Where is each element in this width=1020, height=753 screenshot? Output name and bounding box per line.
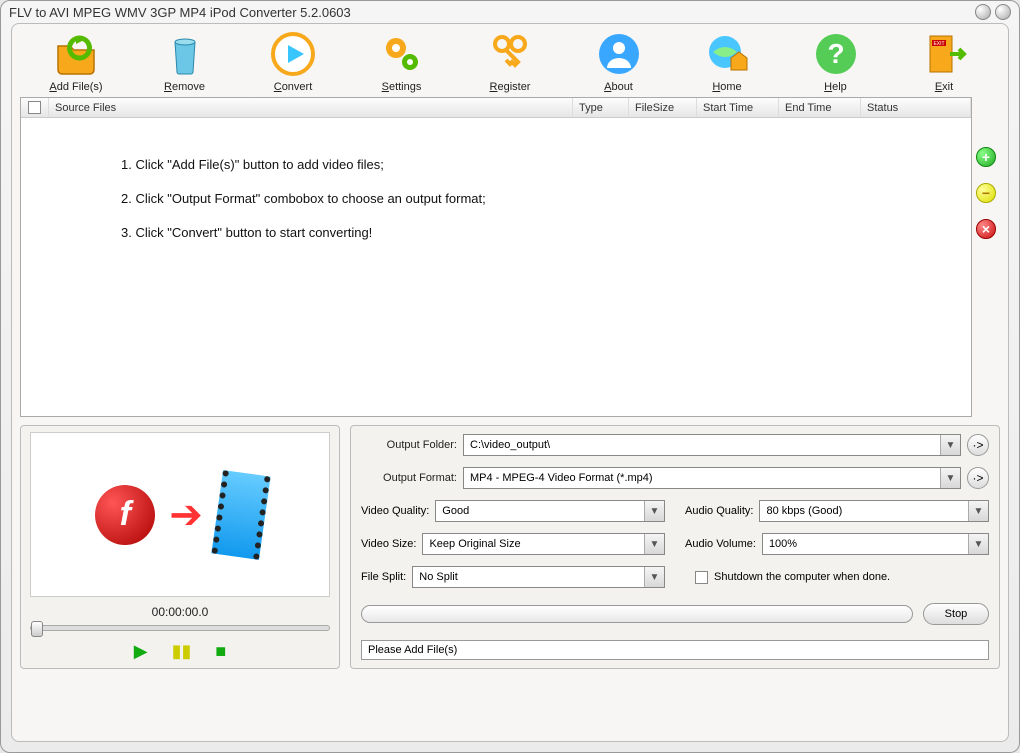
svg-text:EXIT: EXIT <box>933 41 944 47</box>
shutdown-label: Shutdown the computer when done. <box>714 571 890 583</box>
chevron-down-icon[interactable]: ▼ <box>968 534 988 554</box>
window-controls <box>975 4 1011 20</box>
shutdown-checkbox-row[interactable]: Shutdown the computer when done. <box>695 571 890 584</box>
trash-icon <box>161 30 209 78</box>
register-button[interactable]: Register <box>460 30 560 93</box>
audio-volume-combo[interactable]: 100%▼ <box>762 533 989 555</box>
file-split-combo[interactable]: No Split▼ <box>412 566 665 588</box>
instruction-1: 1. Click "Add File(s)" button to add vid… <box>121 148 971 182</box>
column-source[interactable]: Source Files <box>49 98 573 117</box>
remove-label: Remove <box>164 81 205 93</box>
help-button[interactable]: ? Help <box>786 30 886 93</box>
flash-icon: f <box>95 485 155 545</box>
add-files-label: Add File(s) <box>49 81 102 93</box>
chevron-down-icon[interactable]: ▼ <box>644 501 664 521</box>
stop-button[interactable]: Stop <box>923 603 989 625</box>
instruction-2: 2. Click "Output Format" combobox to cho… <box>121 182 971 216</box>
column-checkbox[interactable] <box>21 98 49 117</box>
file-split-label: File Split: <box>361 571 406 583</box>
gears-icon <box>378 30 426 78</box>
chevron-down-icon[interactable]: ▼ <box>644 534 664 554</box>
user-circle-icon <box>595 30 643 78</box>
pause-button[interactable]: ▮▮ <box>172 641 192 662</box>
column-status[interactable]: Status <box>861 98 971 117</box>
select-all-checkbox[interactable] <box>28 101 41 114</box>
home-button[interactable]: Home <box>677 30 777 93</box>
about-button[interactable]: About <box>569 30 669 93</box>
settings-pane: Output Folder: C:\video_output\▼ ·> Outp… <box>350 425 1000 669</box>
add-files-button[interactable]: Add File(s) <box>26 30 126 93</box>
shutdown-checkbox[interactable] <box>695 571 708 584</box>
playback-controls: ▶ ▮▮ ■ <box>134 641 227 662</box>
folder-add-icon <box>52 30 100 78</box>
instruction-3: 3. Click "Convert" button to start conve… <box>121 216 971 250</box>
audio-quality-combo[interactable]: 80 kbps (Good)▼ <box>759 500 989 522</box>
register-label: Register <box>490 81 531 93</box>
content-frame: Add File(s) Remove Convert Settings <box>11 23 1009 742</box>
video-quality-label: Video Quality: <box>361 505 429 517</box>
main-toolbar: Add File(s) Remove Convert Settings <box>20 30 1000 97</box>
bottom-panel: f ➔ 00:00:00.0 ▶ ▮▮ ■ Output Folder: C:\… <box>20 425 1000 669</box>
output-format-options-button[interactable]: ·> <box>967 467 989 489</box>
chevron-down-icon[interactable]: ▼ <box>940 468 960 488</box>
list-body: 1. Click "Add File(s)" button to add vid… <box>21 118 971 250</box>
list-remove-button[interactable]: − <box>976 183 996 203</box>
exit-label: Exit <box>935 81 953 93</box>
column-start-time[interactable]: Start Time <box>697 98 779 117</box>
convert-button[interactable]: Convert <box>243 30 343 93</box>
chevron-down-icon[interactable]: ▼ <box>940 435 960 455</box>
exit-button[interactable]: EXIT Exit <box>894 30 994 93</box>
door-exit-icon: EXIT <box>920 30 968 78</box>
list-side-buttons: + − × <box>972 97 1000 417</box>
close-button[interactable] <box>995 4 1011 20</box>
file-list-area: Source Files Type FileSize Start Time En… <box>20 97 1000 417</box>
titlebar: FLV to AVI MPEG WMV 3GP MP4 iPod Convert… <box>1 1 1019 23</box>
audio-quality-label: Audio Quality: <box>685 505 753 517</box>
globe-home-icon <box>703 30 751 78</box>
stop-playback-button[interactable]: ■ <box>215 641 226 662</box>
minimize-button[interactable] <box>975 4 991 20</box>
column-type[interactable]: Type <box>573 98 629 117</box>
video-size-combo[interactable]: Keep Original Size▼ <box>422 533 665 555</box>
about-label: About <box>604 81 633 93</box>
video-size-label: Video Size: <box>361 538 416 550</box>
preview-image: f ➔ <box>30 432 330 597</box>
status-bar: Please Add File(s) <box>361 640 989 660</box>
file-list[interactable]: Source Files Type FileSize Start Time En… <box>20 97 972 417</box>
settings-label: Settings <box>382 81 422 93</box>
column-filesize[interactable]: FileSize <box>629 98 697 117</box>
app-window: FLV to AVI MPEG WMV 3GP MP4 iPod Convert… <box>0 0 1020 753</box>
list-add-button[interactable]: + <box>976 147 996 167</box>
list-header: Source Files Type FileSize Start Time En… <box>21 98 971 118</box>
output-folder-combo[interactable]: C:\video_output\▼ <box>463 434 961 456</box>
play-circle-icon <box>269 30 317 78</box>
preview-pane: f ➔ 00:00:00.0 ▶ ▮▮ ■ <box>20 425 340 669</box>
home-label: Home <box>712 81 741 93</box>
video-quality-combo[interactable]: Good▼ <box>435 500 665 522</box>
output-format-label: Output Format: <box>361 472 457 484</box>
help-circle-icon: ? <box>812 30 860 78</box>
window-title: FLV to AVI MPEG WMV 3GP MP4 iPod Convert… <box>9 5 975 20</box>
keys-icon <box>486 30 534 78</box>
convert-label: Convert <box>274 81 313 93</box>
remove-button[interactable]: Remove <box>135 30 235 93</box>
column-end-time[interactable]: End Time <box>779 98 861 117</box>
help-label: Help <box>824 81 847 93</box>
seek-bar[interactable] <box>30 625 330 631</box>
output-format-combo[interactable]: MP4 - MPEG-4 Video Format (*.mp4)▼ <box>463 467 961 489</box>
play-button[interactable]: ▶ <box>134 641 148 662</box>
output-folder-label: Output Folder: <box>361 439 457 451</box>
seek-thumb[interactable] <box>31 621 43 637</box>
output-folder-browse-button[interactable]: ·> <box>967 434 989 456</box>
audio-volume-label: Audio Volume: <box>685 538 756 550</box>
preview-time: 00:00:00.0 <box>152 605 209 619</box>
svg-text:?: ? <box>827 38 844 69</box>
chevron-down-icon[interactable]: ▼ <box>644 567 664 587</box>
film-strip-icon <box>211 470 270 560</box>
arrow-right-icon: ➔ <box>169 492 203 538</box>
list-delete-button[interactable]: × <box>976 219 996 239</box>
chevron-down-icon[interactable]: ▼ <box>968 501 988 521</box>
settings-button[interactable]: Settings <box>352 30 452 93</box>
progress-bar <box>361 605 913 623</box>
